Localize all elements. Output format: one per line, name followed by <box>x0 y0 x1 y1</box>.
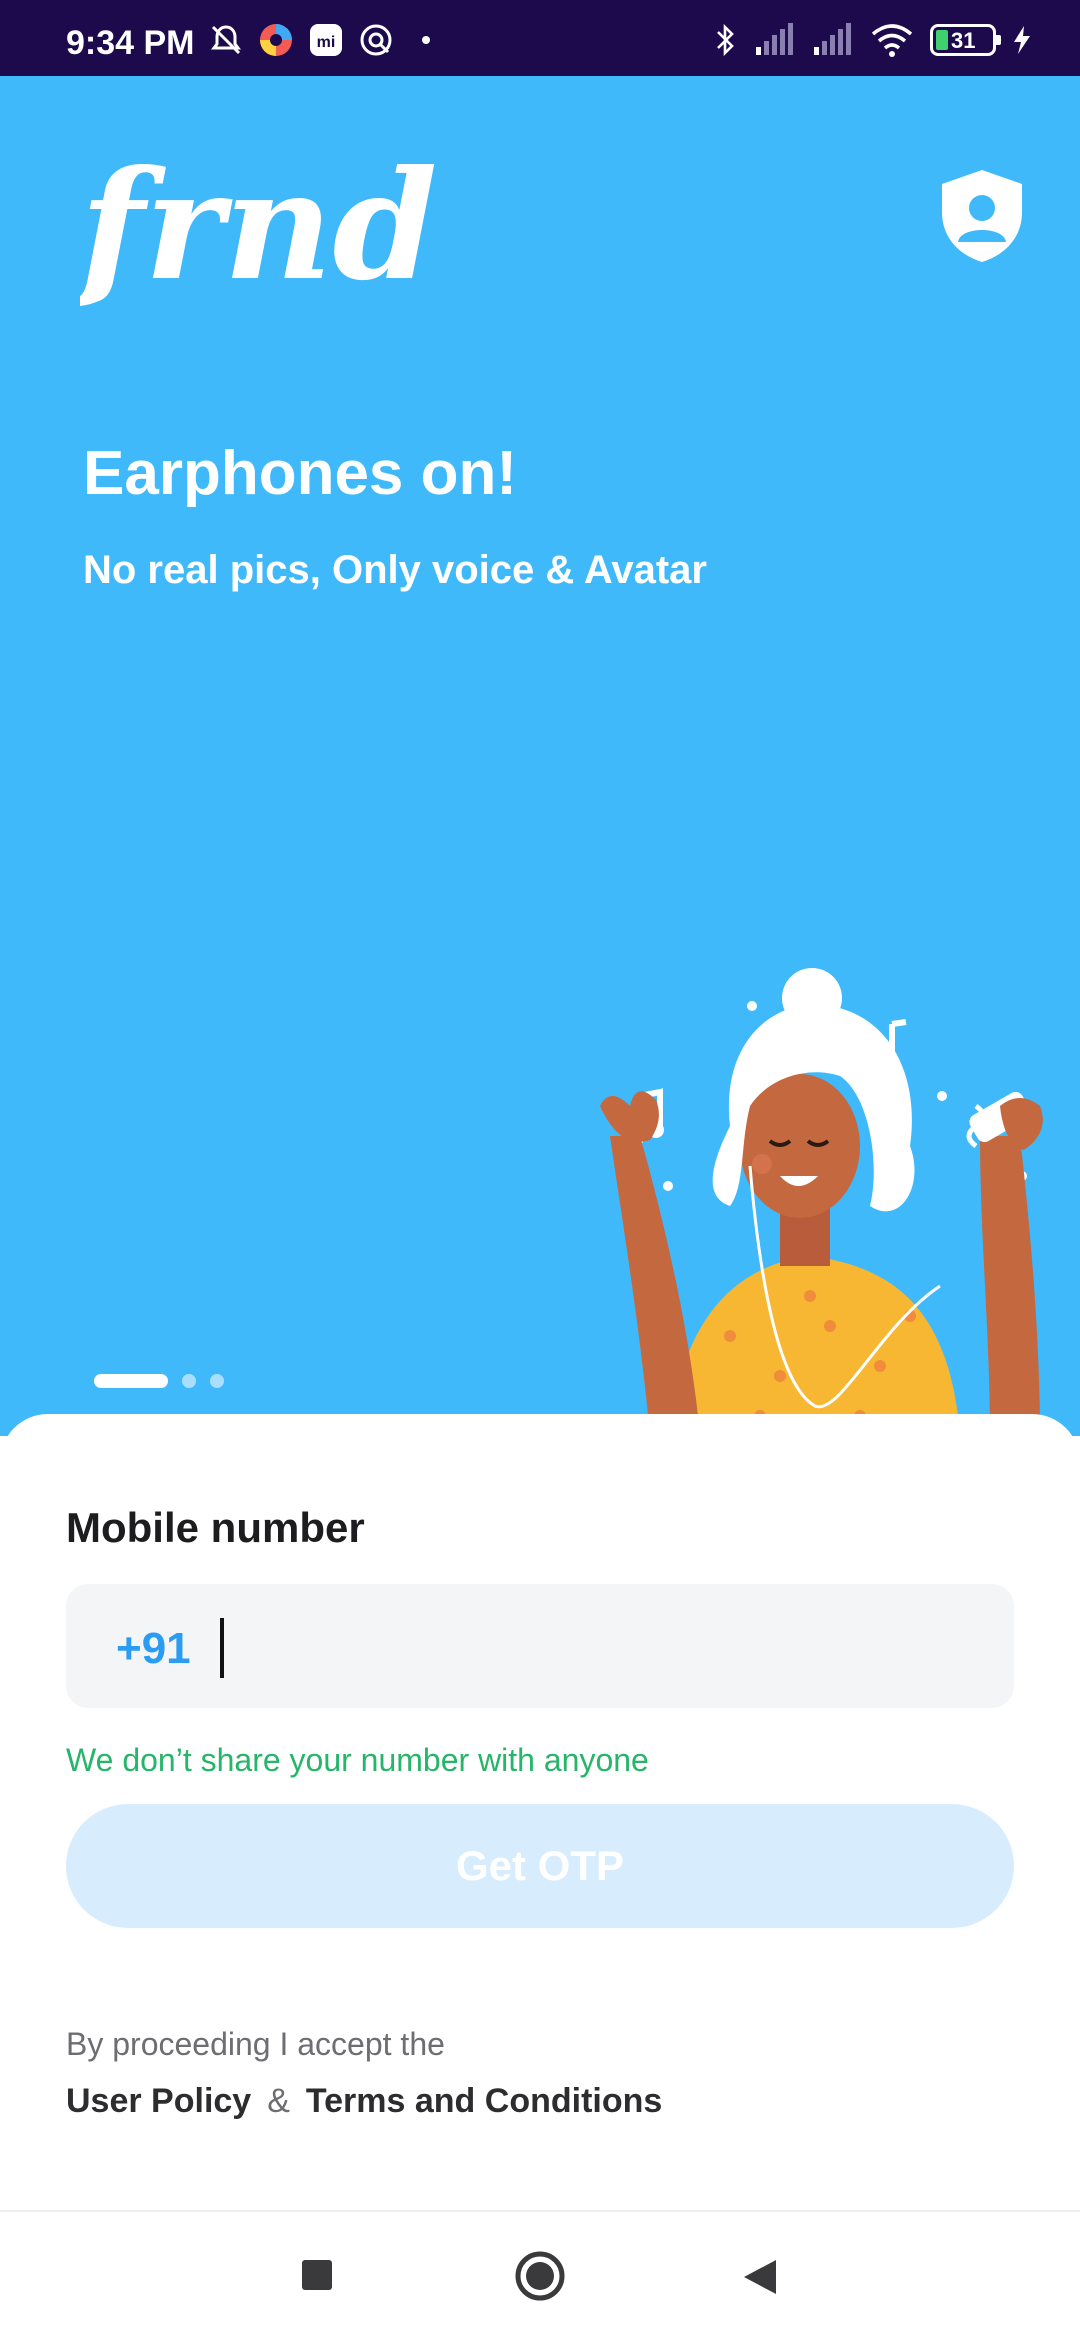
hero-banner: frnd Earphones on! No real pics, Only vo… <box>0 76 1080 1436</box>
carousel-dot[interactable] <box>210 1374 224 1388</box>
system-nav-bar <box>0 2210 1080 2342</box>
back-triangle-icon[interactable] <box>742 2258 778 2296</box>
mi-icon: mi <box>310 24 342 56</box>
carousel-indicator <box>94 1374 224 1388</box>
hero-headline: Earphones on! <box>83 439 518 508</box>
carousel-dot[interactable] <box>182 1374 196 1388</box>
woman-listening-music-illustration <box>580 906 1080 1436</box>
terms-link[interactable]: Terms and Conditions <box>306 2082 662 2121</box>
mute-icon <box>211 25 241 55</box>
wifi-icon <box>871 24 913 57</box>
svg-text:frnd: frnd <box>80 160 438 314</box>
dot-icon <box>422 36 430 44</box>
ampersand: & <box>267 2082 290 2120</box>
photos-app-icon <box>260 24 292 56</box>
phone-number-input[interactable] <box>236 1604 980 1690</box>
battery-level: 31 <box>951 28 976 53</box>
safety-shield-icon[interactable] <box>938 166 1026 271</box>
charging-icon <box>1014 26 1030 54</box>
app-logo: frnd <box>71 138 440 325</box>
home-circle-icon[interactable] <box>514 2250 566 2302</box>
login-sheet: Mobile number +91 We don’t share your nu… <box>0 1414 1080 2210</box>
user-policy-link[interactable]: User Policy <box>66 2082 251 2121</box>
status-right-icons: 31 <box>712 22 1032 58</box>
get-otp-button[interactable]: Get OTP <box>66 1804 1014 1928</box>
svg-text:mi: mi <box>317 34 336 51</box>
legal-links: User Policy & Terms and Conditions <box>66 2082 662 2121</box>
signal-icon <box>814 23 851 55</box>
legal-prefix: By proceeding I accept the <box>66 2026 445 2062</box>
privacy-note: We don’t share your number with anyone <box>66 1742 649 1778</box>
recents-square-icon[interactable] <box>300 2258 334 2292</box>
country-code[interactable]: +91 <box>116 1624 191 1674</box>
battery-icon: 31 <box>930 24 1001 56</box>
sync-icon <box>360 24 392 56</box>
mobile-number-label: Mobile number <box>66 1504 365 1551</box>
phone-input-box[interactable]: +91 <box>66 1584 1014 1708</box>
status-bar: 9:34 PM mi 31 <box>0 0 1080 76</box>
hero-subline: No real pics, Only voice & Avatar <box>83 548 707 592</box>
carousel-dot-active[interactable] <box>94 1374 168 1388</box>
bluetooth-icon <box>717 23 734 57</box>
status-left-icons: mi <box>208 22 444 58</box>
signal-icon <box>756 23 793 55</box>
status-time: 9:34 PM <box>66 24 195 62</box>
text-cursor <box>220 1618 224 1678</box>
